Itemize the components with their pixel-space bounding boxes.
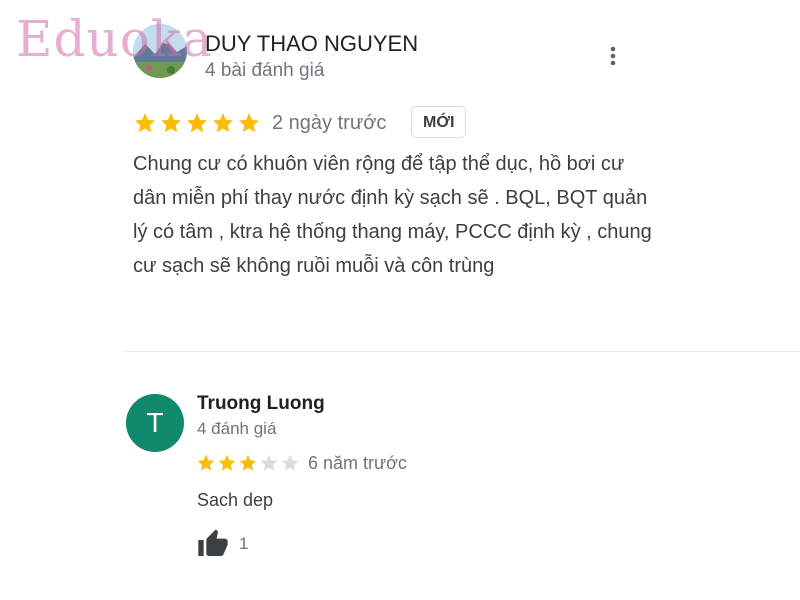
thumbs-up-icon bbox=[198, 529, 228, 556]
author-name[interactable]: Truong Luong bbox=[197, 393, 325, 415]
review-time: 6 năm trước bbox=[308, 453, 407, 473]
new-badge: MỚI bbox=[411, 106, 467, 138]
star-filled-icon bbox=[211, 111, 235, 140]
like-count: 1 bbox=[239, 534, 249, 553]
review-time: 2 ngày trước bbox=[272, 112, 387, 134]
star-empty-icon bbox=[280, 453, 300, 478]
star-rating bbox=[196, 453, 300, 478]
star-rating bbox=[133, 111, 261, 140]
divider bbox=[125, 351, 800, 352]
star-filled-icon bbox=[196, 453, 216, 478]
review-text: Chung cư có khuôn viên rộng để tập thể d… bbox=[133, 153, 652, 277]
author-review-count: 4 đánh giá bbox=[197, 419, 277, 438]
star-filled-icon bbox=[217, 453, 237, 478]
reviews-page: Eduoka DUY THAO NGUYEN 4 bài đánh giá 2 … bbox=[0, 0, 800, 600]
review-text: Sach dep bbox=[197, 490, 274, 510]
author-review-count: 4 bài đánh giá bbox=[205, 60, 325, 81]
landscape-photo-avatar-icon bbox=[133, 24, 187, 78]
star-filled-icon bbox=[237, 111, 261, 140]
author-avatar[interactable]: T bbox=[126, 394, 184, 452]
star-filled-icon bbox=[133, 111, 157, 140]
like-button[interactable]: 1 bbox=[195, 528, 248, 560]
star-filled-icon bbox=[159, 111, 183, 140]
star-filled-icon bbox=[185, 111, 209, 140]
more-vert-icon[interactable] bbox=[605, 45, 621, 67]
star-filled-icon bbox=[238, 453, 258, 478]
star-empty-icon bbox=[259, 453, 279, 478]
author-name[interactable]: DUY THAO NGUYEN bbox=[205, 31, 418, 57]
author-avatar[interactable] bbox=[133, 24, 187, 78]
review-card: DUY THAO NGUYEN 4 bài đánh giá 2 ngày tr… bbox=[0, 0, 800, 352]
